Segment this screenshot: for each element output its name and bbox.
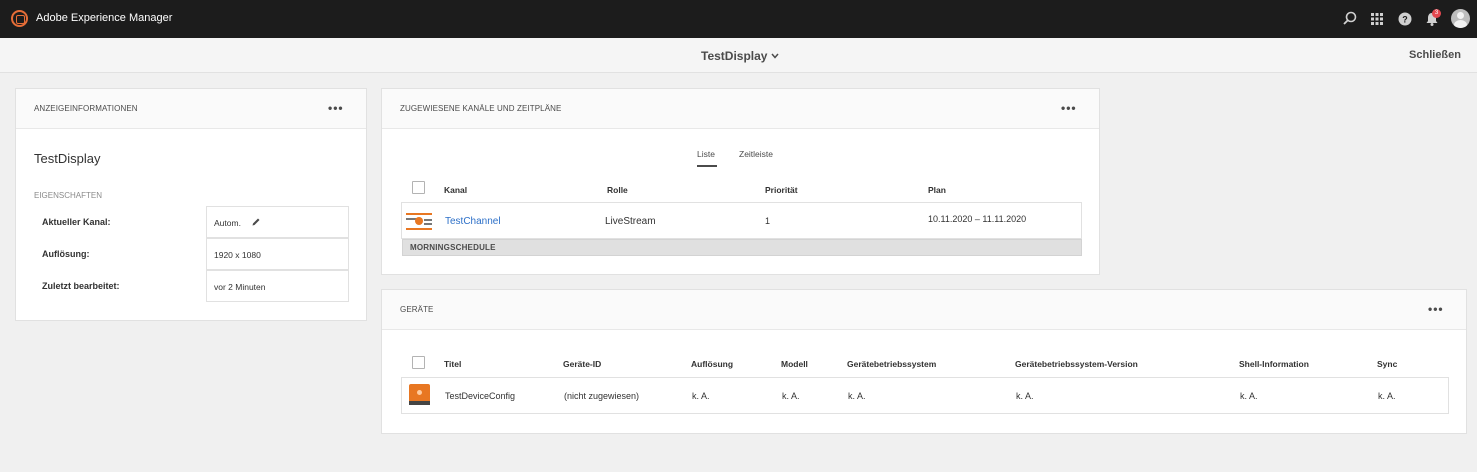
card-header: ZUGEWIESENE KANÄLE UND ZEITPLÄNE ••• (382, 89, 1099, 129)
app-title[interactable]: Adobe Experience Manager (36, 12, 172, 24)
device-id: (nicht zugewiesen) (564, 391, 640, 401)
property-row-resolution: Auflösung: 1920 x 1080 (34, 238, 349, 270)
property-value-box[interactable]: Autom. (206, 206, 349, 238)
action-bar: TestDisplay Schließen (0, 38, 1477, 73)
column-header-model[interactable]: Modell (781, 359, 808, 369)
column-header-priority[interactable]: Priorität (765, 185, 798, 195)
card-header: GERÄTE ••• (382, 290, 1466, 330)
more-icon[interactable]: ••• (1061, 102, 1077, 114)
channel-plan: 10.11.2020 – 11.11.2020 (928, 214, 1027, 224)
section-title: ANZEIGEINFORMATIONEN (34, 104, 138, 113)
apps-grid-icon[interactable] (1368, 10, 1386, 28)
table-row[interactable]: TestChannel LiveStream 1 10.11.2020 – 11… (401, 202, 1082, 239)
close-button[interactable]: Schließen (1409, 49, 1461, 61)
property-value-box: vor 2 Minuten (206, 270, 349, 302)
properties-label: EIGENSCHAFTEN (34, 191, 103, 200)
device-os: k. A. (848, 391, 866, 401)
card-header: ANZEIGEINFORMATIONEN ••• (16, 89, 366, 129)
column-header-os-version[interactable]: Gerätebetriebssystem-Version (1015, 359, 1138, 369)
property-label: Auflösung: (42, 249, 90, 259)
property-value: 1920 x 1080 (214, 250, 261, 260)
tab-list[interactable]: Liste (697, 149, 715, 159)
select-all-checkbox[interactable] (412, 181, 425, 194)
channel-role: LiveStream (605, 216, 656, 227)
device-os-version: k. A. (1016, 391, 1034, 401)
column-header-os[interactable]: Gerätebetriebssystem (847, 359, 936, 369)
select-all-checkbox[interactable] (412, 356, 425, 369)
column-header-resolution[interactable]: Auflösung (691, 359, 733, 369)
device-shell-info: k. A. (1240, 391, 1258, 401)
tab-timeline[interactable]: Zeitleiste (739, 149, 773, 159)
avatar[interactable] (1451, 9, 1470, 28)
property-row-last-edited: Zuletzt bearbeitet: vor 2 Minuten (34, 270, 349, 302)
channel-thumbnail-icon (406, 213, 432, 230)
column-header-sync[interactable]: Sync (1377, 359, 1397, 369)
search-icon[interactable] (1341, 10, 1359, 28)
property-value-box: 1920 x 1080 (206, 238, 349, 270)
column-header-title[interactable]: Titel (444, 359, 461, 369)
aem-logo-icon[interactable] (11, 10, 28, 27)
page-title[interactable]: TestDisplay (701, 49, 767, 63)
section-title: GERÄTE (400, 305, 434, 314)
schedule-label: MORNINGSCHEDULE (410, 243, 496, 252)
schedule-row[interactable]: MORNINGSCHEDULE (402, 239, 1082, 256)
device-sync: k. A. (1378, 391, 1396, 401)
property-value: vor 2 Minuten (214, 282, 266, 292)
display-info-card: ANZEIGEINFORMATIONEN ••• TestDisplay EIG… (15, 88, 367, 321)
column-header-role[interactable]: Rolle (607, 185, 628, 195)
section-title: ZUGEWIESENE KANÄLE UND ZEITPLÄNE (400, 104, 562, 113)
device-thumbnail-icon (409, 384, 430, 405)
property-row-current-channel: Aktueller Kanal: Autom. (34, 206, 349, 238)
help-icon[interactable]: ? (1396, 10, 1414, 28)
channel-priority: 1 (765, 216, 771, 226)
property-value: Autom. (214, 218, 241, 228)
device-title[interactable]: TestDeviceConfig (445, 391, 515, 401)
channel-link[interactable]: TestChannel (445, 216, 501, 227)
svg-text:?: ? (1402, 15, 1408, 25)
property-label: Aktueller Kanal: (42, 217, 111, 227)
devices-card: GERÄTE ••• Titel Geräte-ID Auflösung Mod… (381, 289, 1467, 434)
column-header-channel[interactable]: Kanal (444, 185, 467, 195)
more-icon[interactable]: ••• (328, 102, 344, 114)
property-label: Zuletzt bearbeitet: (42, 281, 120, 291)
column-header-plan[interactable]: Plan (928, 185, 946, 195)
pencil-icon[interactable] (251, 217, 261, 227)
chevron-down-icon[interactable] (770, 51, 780, 61)
notification-badge: 3 (1432, 9, 1441, 18)
display-name: TestDisplay (34, 151, 101, 166)
device-resolution: k. A. (692, 391, 710, 401)
more-icon[interactable]: ••• (1428, 303, 1444, 315)
global-navigation-bar: Adobe Experience Manager ? 3 (0, 0, 1477, 38)
device-model: k. A. (782, 391, 800, 401)
column-header-shell-info[interactable]: Shell-Information (1239, 359, 1309, 369)
table-row[interactable]: TestDeviceConfig (nicht zugewiesen) k. A… (401, 377, 1449, 414)
column-header-device-id[interactable]: Geräte-ID (563, 359, 601, 369)
assigned-channels-card: ZUGEWIESENE KANÄLE UND ZEITPLÄNE ••• Lis… (381, 88, 1100, 275)
active-tab-indicator (697, 165, 717, 167)
